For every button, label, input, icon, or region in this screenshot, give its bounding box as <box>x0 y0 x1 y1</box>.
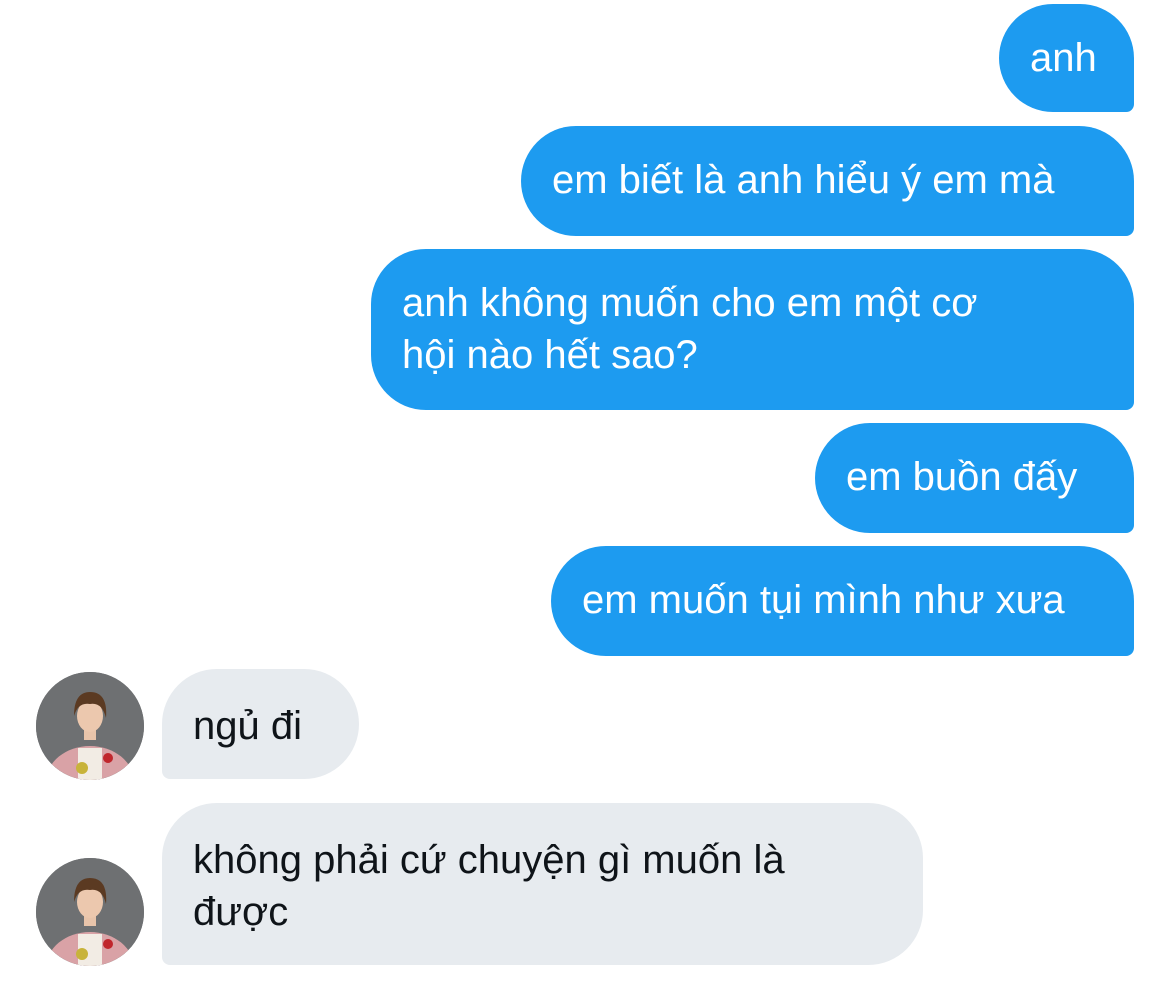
message-text-line: hội nào hết sao? <box>402 333 698 377</box>
avatar-icon[interactable] <box>36 858 144 966</box>
avatar-icon[interactable] <box>36 672 144 780</box>
sent-message-bubble[interactable]: anh <box>999 4 1134 112</box>
received-message-bubble[interactable]: ngủ đi <box>162 669 359 779</box>
received-message-bubble[interactable]: không phải cứ chuyện gì muốn là được <box>162 803 923 965</box>
message-text-line: không phải cứ chuyện gì muốn là <box>193 838 785 882</box>
message-text-line: được <box>193 890 289 934</box>
sent-message-bubble[interactable]: em muốn tụi mình như xưa <box>551 546 1134 656</box>
message-text: ngủ đi <box>193 704 302 748</box>
sent-message-bubble[interactable]: anh không muốn cho em một cơ hội nào hết… <box>371 249 1134 410</box>
sent-message-bubble[interactable]: em buồn đấy <box>815 423 1134 533</box>
message-text: anh <box>1030 36 1097 80</box>
message-text-line: anh không muốn cho em một cơ <box>402 281 978 325</box>
message-text: em biết là anh hiểu ý em mà <box>552 158 1055 202</box>
message-text: em buồn đấy <box>846 455 1078 499</box>
message-text: em muốn tụi mình như xưa <box>582 578 1065 622</box>
sent-message-bubble[interactable]: em biết là anh hiểu ý em mà <box>521 126 1134 236</box>
